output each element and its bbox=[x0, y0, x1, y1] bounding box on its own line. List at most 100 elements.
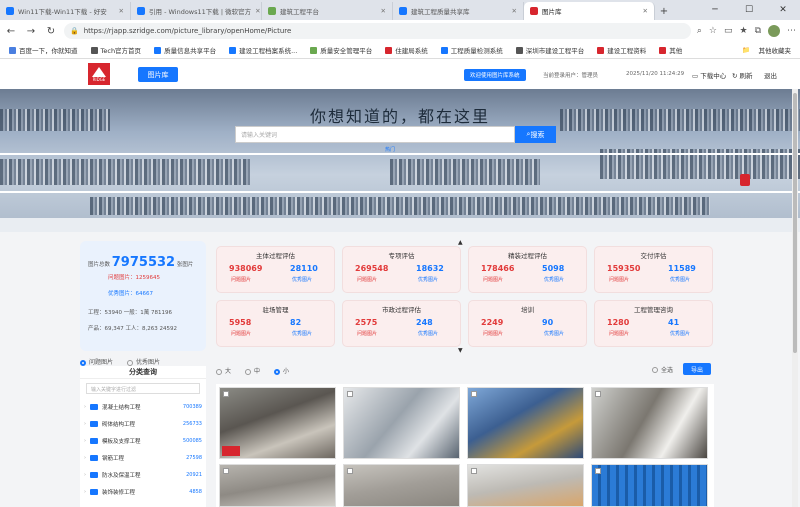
expand-arrow-icon[interactable]: › bbox=[84, 438, 86, 444]
folder-icon bbox=[90, 471, 98, 478]
hot-label[interactable]: 热门 bbox=[385, 146, 395, 153]
export-button[interactable]: 导出 bbox=[683, 363, 712, 375]
photo-checkbox[interactable] bbox=[347, 468, 353, 474]
category-item[interactable]: › 砌体结构工程 256733 bbox=[80, 415, 206, 432]
zoom-icon[interactable]: ⌕ bbox=[697, 26, 702, 36]
maximize-icon[interactable]: ☐ bbox=[732, 0, 766, 20]
photo-thumbnail[interactable] bbox=[467, 387, 584, 459]
refresh-icon[interactable]: ↻ bbox=[44, 26, 58, 37]
size-small[interactable]: 小 bbox=[274, 366, 289, 375]
close-tab-icon[interactable]: ✕ bbox=[643, 7, 648, 15]
floating-badge-icon[interactable] bbox=[740, 174, 750, 186]
photo-thumbnail[interactable] bbox=[219, 464, 336, 507]
close-tab-icon[interactable]: ✕ bbox=[512, 7, 517, 15]
photo-checkbox[interactable] bbox=[595, 468, 601, 474]
browser-tab-3[interactable]: 建筑工程平台 ✕ bbox=[262, 2, 393, 20]
new-tab-icon[interactable]: + bbox=[655, 2, 673, 20]
close-window-icon[interactable]: ✕ bbox=[766, 0, 800, 20]
expand-arrow-icon[interactable]: › bbox=[84, 404, 86, 410]
category-card[interactable]: 主体过程评估 938069 28110 问题图片 优秀图片 bbox=[216, 246, 335, 293]
photo-thumbnail[interactable] bbox=[467, 464, 584, 507]
photo-checkbox[interactable] bbox=[223, 391, 229, 397]
bookmark-item[interactable]: 其他 bbox=[654, 45, 687, 55]
category-item[interactable]: › 混凝土结构工程 700389 bbox=[80, 398, 206, 415]
hero-banner: 你想知道的，都在这里 请输入关键词 ⌕ 搜索 热门 bbox=[0, 89, 800, 232]
url-field[interactable]: 🔒 https://rjapp.szridge.com/picture_libr… bbox=[64, 23, 691, 39]
category-card[interactable]: 市政过程评估 2575 248 问题图片 优秀图片 bbox=[342, 300, 461, 347]
close-tab-icon[interactable]: ✕ bbox=[119, 7, 124, 15]
other-bookmarks[interactable]: 📁 其他收藏夹 bbox=[737, 45, 796, 55]
scrollbar-thumb[interactable] bbox=[793, 93, 797, 353]
photo-checkbox[interactable] bbox=[595, 391, 601, 397]
close-tab-icon[interactable]: ✕ bbox=[255, 7, 260, 15]
category-item[interactable]: › 防水及保温工程 20921 bbox=[80, 466, 206, 483]
page-content: RIDGE 图片库 欢迎使用图片库系统 当前登录用户：管理员 2025/11/2… bbox=[0, 59, 800, 507]
browser-tab-2[interactable]: 引用 - Windows11下载 | 微软官方 ✕ bbox=[131, 2, 262, 20]
expand-arrow-icon[interactable]: › bbox=[84, 421, 86, 427]
browser-tab-1[interactable]: Win11下载-Win11下载 - 好安 ✕ bbox=[0, 2, 131, 20]
collections-icon[interactable]: ⧉ bbox=[755, 26, 761, 36]
minimize-icon[interactable]: ─ bbox=[698, 0, 732, 20]
profile-avatar[interactable] bbox=[768, 25, 780, 37]
photo-checkbox[interactable] bbox=[471, 391, 477, 397]
expand-arrow-icon[interactable]: › bbox=[84, 489, 86, 495]
bookmark-item[interactable]: 质量信息共享平台 bbox=[149, 45, 221, 55]
folder-icon bbox=[90, 488, 98, 495]
search-input[interactable]: 请输入关键词 bbox=[235, 126, 515, 143]
bookmark-item[interactable]: Tech官方首页 bbox=[86, 45, 147, 55]
photo-thumbnail[interactable] bbox=[343, 464, 460, 507]
bookmark-item[interactable]: 百度一下，你就知道 bbox=[4, 45, 83, 55]
ridge-logo[interactable]: RIDGE bbox=[88, 63, 110, 85]
scroll-up-icon[interactable]: ▲ bbox=[458, 239, 463, 246]
more-menu-icon[interactable]: ⋯ bbox=[787, 26, 796, 36]
favorites-icon[interactable]: ★ bbox=[739, 26, 747, 36]
radio-good[interactable]: 优秀图片 bbox=[127, 357, 160, 366]
picture-library-button[interactable]: 图片库 bbox=[138, 67, 178, 82]
close-tab-icon[interactable]: ✕ bbox=[381, 7, 386, 15]
forward-icon[interactable]: → bbox=[24, 26, 38, 37]
bookmark-item[interactable]: 建设工程资料 bbox=[592, 45, 651, 55]
bookmark-item[interactable]: 建设工程档案系统... bbox=[224, 45, 302, 55]
bookmark-item[interactable]: 质量安全管理平台 bbox=[305, 45, 377, 55]
category-sidebar: 分类查询 输入关键字进行过滤 › 混凝土结构工程 700389 › 砌体结构工程 256… bbox=[80, 366, 206, 507]
category-card[interactable]: 驻场管理 5958 82 问题图片 优秀图片 bbox=[216, 300, 335, 347]
size-medium[interactable]: 中 bbox=[245, 366, 260, 375]
tab-favicon-icon bbox=[6, 7, 14, 15]
expand-arrow-icon[interactable]: › bbox=[84, 472, 86, 478]
category-card[interactable]: 交付评估 159350 11589 问题图片 优秀图片 bbox=[594, 246, 713, 293]
browser-tab-5-active[interactable]: 图片库 ✕ bbox=[524, 2, 655, 20]
logout-link[interactable]: 退出 bbox=[764, 70, 777, 80]
bookmark-item[interactable]: 深圳市建设工程平台 bbox=[511, 45, 590, 55]
photo-checkbox[interactable] bbox=[471, 468, 477, 474]
category-card[interactable]: 工程管理咨询 1280 41 问题图片 优秀图片 bbox=[594, 300, 713, 347]
browser-tab-4[interactable]: 建筑工程质量共享库 ✕ bbox=[393, 2, 524, 20]
photo-thumbnail[interactable] bbox=[343, 387, 460, 459]
download-center-link[interactable]: ▭ 下载中心 bbox=[692, 70, 726, 80]
photo-thumbnail[interactable] bbox=[591, 387, 708, 459]
bookmark-item[interactable]: 工程质量检测系统 bbox=[436, 45, 508, 55]
bookmark-item[interactable]: 住建局系统 bbox=[380, 45, 433, 55]
refresh-link[interactable]: ↻ 刷新 bbox=[732, 70, 753, 80]
category-item[interactable]: › 装饰装修工程 4858 bbox=[80, 483, 206, 500]
photo-checkbox[interactable] bbox=[223, 468, 229, 474]
size-large[interactable]: 大 bbox=[216, 366, 231, 375]
category-card[interactable]: 专项评估 269548 18632 问题图片 优秀图片 bbox=[342, 246, 461, 293]
category-card[interactable]: 精装过程评估 178466 5098 问题图片 优秀图片 bbox=[468, 246, 587, 293]
select-all-checkbox[interactable]: 全选 bbox=[652, 365, 673, 374]
photo-checkbox[interactable] bbox=[347, 391, 353, 397]
scroll-down-icon[interactable]: ▼ bbox=[458, 347, 463, 354]
category-item[interactable]: › 模板及支撑工程 500085 bbox=[80, 432, 206, 449]
photo-thumbnail[interactable] bbox=[591, 464, 708, 507]
split-screen-icon[interactable]: ▭ bbox=[724, 26, 733, 36]
photo-thumbnail[interactable] bbox=[219, 387, 336, 459]
datetime: 2025/11/20 11:24:29 bbox=[626, 71, 685, 77]
favorite-star-icon[interactable]: ☆ bbox=[709, 26, 717, 36]
category-filter-input[interactable]: 输入关键字进行过滤 bbox=[86, 383, 200, 394]
category-item[interactable]: › 钢筋工程 27598 bbox=[80, 449, 206, 466]
category-card[interactable]: 培训 2249 90 问题图片 优秀图片 bbox=[468, 300, 587, 347]
expand-arrow-icon[interactable]: › bbox=[84, 455, 86, 461]
thumbnail-size-radio: 大 中 小 bbox=[216, 366, 289, 375]
back-icon[interactable]: ← bbox=[4, 26, 18, 37]
radio-problem[interactable]: 问题图片 bbox=[80, 357, 113, 366]
search-button[interactable]: ⌕ 搜索 bbox=[515, 126, 556, 143]
